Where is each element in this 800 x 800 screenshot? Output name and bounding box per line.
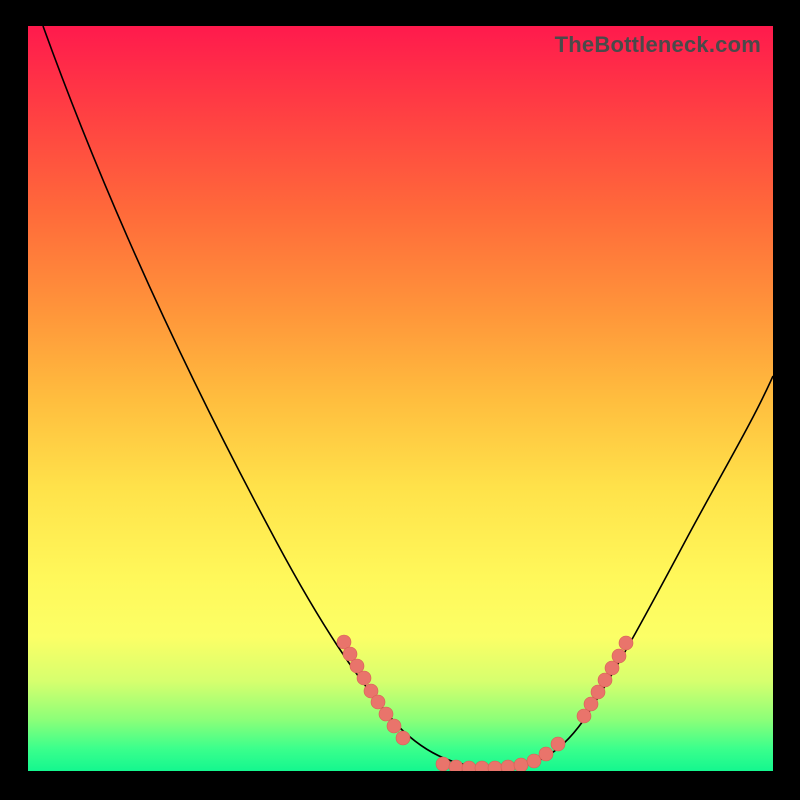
bottleneck-curve: [43, 26, 773, 768]
dot-cluster-valley: [436, 737, 565, 771]
dot-cluster-right: [577, 636, 633, 723]
bottleneck-chart: [28, 26, 773, 771]
dot-cluster-left: [337, 635, 410, 745]
chart-frame: TheBottleneck.com: [28, 26, 773, 771]
